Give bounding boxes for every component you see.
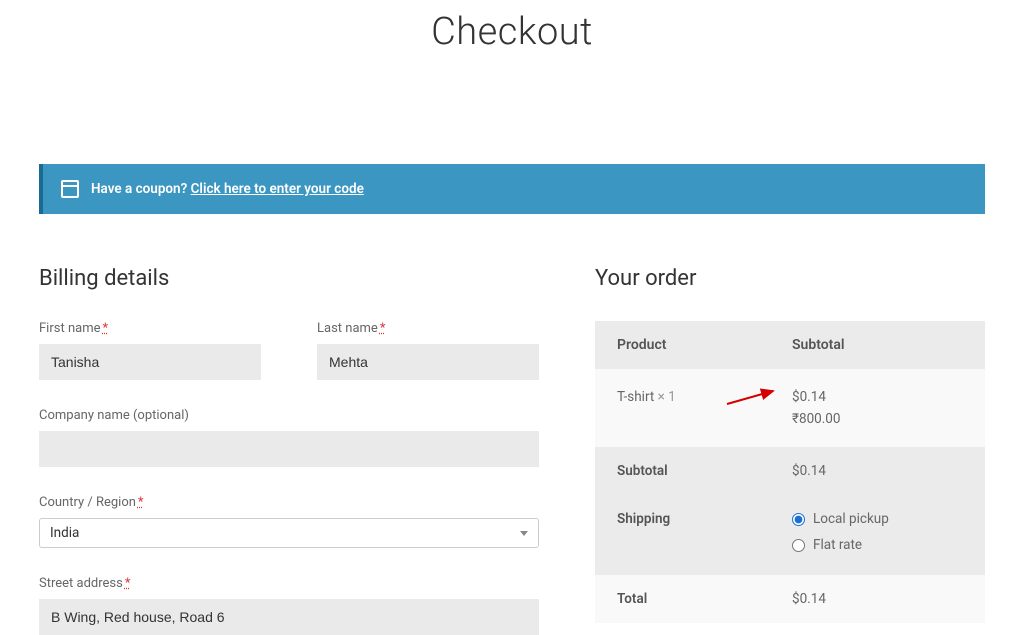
shipping-option-local[interactable]: Local pickup: [792, 511, 985, 527]
order-subtotal-value: $0.14: [792, 463, 985, 479]
order-item-row: T-shirt × 1 $0.14 ₹800.00: [595, 369, 985, 447]
coupon-link[interactable]: Click here to enter your code: [191, 181, 364, 197]
order-item-qty: × 1: [658, 389, 676, 405]
street-input[interactable]: [39, 599, 539, 635]
order-item-price: $0.14: [792, 389, 985, 405]
billing-heading: Billing details: [39, 266, 539, 291]
chevron-down-icon: [520, 531, 528, 536]
company-input[interactable]: [39, 431, 539, 467]
order-subtotal-label: Subtotal: [617, 463, 792, 479]
order-col-product: Product: [617, 337, 792, 353]
required-mark: *: [102, 321, 108, 336]
last-name-input[interactable]: [317, 344, 539, 380]
order-item-name: T-shirt × 1: [617, 389, 792, 405]
calendar-icon: [61, 180, 79, 198]
first-name-label: First name*: [39, 321, 261, 336]
order-item-price-alt: ₹800.00: [792, 411, 985, 427]
required-mark: *: [380, 321, 386, 336]
page-title: Checkout: [39, 10, 985, 54]
order-table: Product Subtotal T-shirt × 1 $0.14 ₹800.…: [595, 321, 985, 623]
country-value: India: [50, 525, 79, 541]
coupon-notice: Have a coupon? Click here to enter your …: [39, 164, 985, 214]
first-name-input[interactable]: [39, 344, 261, 380]
order-heading: Your order: [595, 266, 985, 291]
order-total-label: Total: [617, 591, 792, 607]
company-label: Company name (optional): [39, 408, 539, 423]
billing-section: Billing details First name* Last name* C…: [39, 266, 539, 635]
order-total-value: $0.14: [792, 591, 985, 607]
order-subtotal-row: Subtotal $0.14: [595, 447, 985, 495]
required-mark: *: [138, 495, 144, 510]
coupon-prompt: Have a coupon?: [91, 181, 191, 197]
order-shipping-label: Shipping: [617, 511, 792, 527]
country-label: Country / Region*: [39, 495, 539, 510]
order-total-row: Total $0.14: [595, 575, 985, 623]
order-header-row: Product Subtotal: [595, 321, 985, 369]
last-name-label: Last name*: [317, 321, 539, 336]
shipping-option-flat[interactable]: Flat rate: [792, 537, 985, 553]
country-select[interactable]: India: [39, 518, 539, 548]
order-col-subtotal: Subtotal: [792, 337, 985, 353]
order-section: Your order Product Subtotal T-shirt × 1 …: [595, 266, 985, 635]
order-shipping-row: Shipping Local pickup Flat rate: [595, 495, 985, 575]
shipping-radio-local[interactable]: [792, 513, 805, 526]
shipping-radio-flat[interactable]: [792, 539, 805, 552]
